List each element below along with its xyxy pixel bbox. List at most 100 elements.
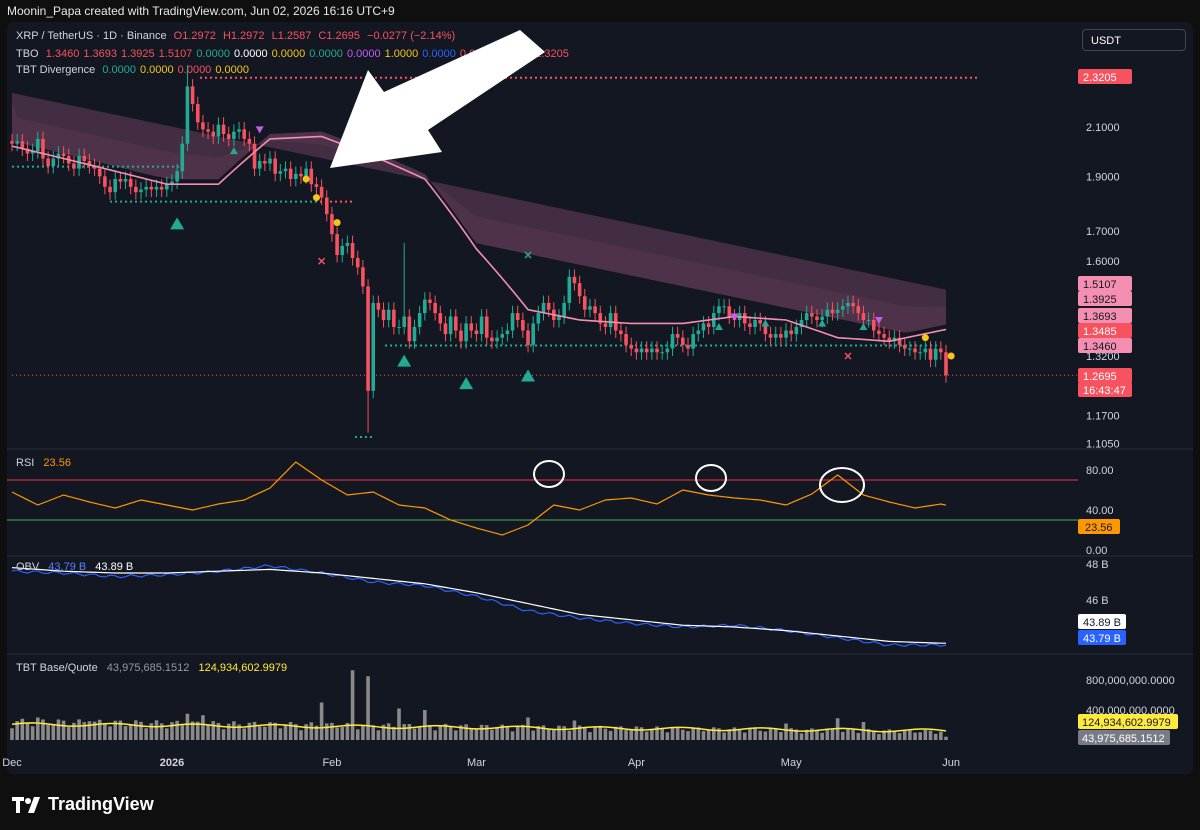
candle-body xyxy=(335,234,339,255)
candle-body xyxy=(355,258,360,268)
volume-value-1: 43,975,685.1512 xyxy=(106,662,190,674)
screenshot-frame: Moonin_Papa created with TradingView.com… xyxy=(0,0,1200,830)
volume-bar xyxy=(598,725,603,740)
obv-axis-tick-0: 48 B xyxy=(1086,559,1109,571)
price-label-text-7: 16:43:47 xyxy=(1083,385,1126,397)
volume-bar xyxy=(722,732,726,740)
volume-bar xyxy=(490,729,494,740)
volume-bar xyxy=(20,718,25,740)
candle-body xyxy=(371,302,376,391)
volume-bar xyxy=(128,724,133,740)
volume-bar xyxy=(247,722,252,740)
volume-bar xyxy=(629,729,634,740)
volume-bar xyxy=(588,732,592,740)
candle-body xyxy=(278,171,283,174)
volume-bar xyxy=(681,729,685,740)
volume-bar xyxy=(469,727,474,740)
price-label-text-3: 1.3693 xyxy=(1083,311,1117,323)
candle-body xyxy=(748,323,752,327)
divergence-dot-3 xyxy=(921,334,929,342)
volume-bar xyxy=(139,721,143,740)
volume-bar xyxy=(10,728,14,740)
candle-body xyxy=(742,313,747,324)
volume-ma-value-text: 124,934,602.9979 xyxy=(1082,717,1171,729)
candle-body xyxy=(232,131,236,139)
candle-body xyxy=(639,348,644,353)
candle-body xyxy=(603,323,608,327)
candle-body xyxy=(655,348,659,353)
volume-value-2: 124,934,602.9979 xyxy=(198,662,288,674)
candle-body xyxy=(134,186,138,193)
volume-bar xyxy=(340,727,345,740)
candle-body xyxy=(856,306,861,314)
candle-body xyxy=(490,337,494,342)
candle-body xyxy=(242,129,247,139)
candle-body xyxy=(582,296,587,310)
volume-bar xyxy=(701,731,706,740)
candle-body xyxy=(567,276,572,303)
rsi-title: RSI xyxy=(16,457,35,469)
candle-body xyxy=(650,348,654,353)
volume-bar xyxy=(87,721,92,740)
annotation-arrow xyxy=(330,30,545,168)
candle-body xyxy=(670,334,675,349)
x-axis-tick-1: 2026 xyxy=(160,757,184,769)
chart-svg[interactable]: 2.10001.90001.70001.60001.32001.17001.10… xyxy=(0,0,1200,830)
volume-bar xyxy=(206,724,210,740)
candle-body xyxy=(195,104,200,123)
volume-bar xyxy=(846,729,850,740)
divergence-dot-2 xyxy=(333,219,341,227)
volume-bar xyxy=(423,710,427,740)
price-axis-tick-5: 1.1700 xyxy=(1086,410,1120,422)
volume-bar xyxy=(825,729,830,740)
candle-body xyxy=(572,276,577,284)
candle-body xyxy=(149,186,154,190)
rsi-legend[interactable]: RSI 23.56 xyxy=(16,457,77,469)
volume-bar xyxy=(407,724,412,740)
volume-bar xyxy=(371,725,376,740)
volume-bar xyxy=(402,724,406,740)
obv-legend[interactable]: OBV 43.79 B 43.89 B xyxy=(16,561,139,573)
candle-body xyxy=(908,348,912,350)
candle-body xyxy=(402,316,406,327)
volume-bar xyxy=(123,726,128,740)
volume-bar xyxy=(608,730,613,740)
candle-body xyxy=(608,313,613,327)
volume-bar xyxy=(526,717,530,740)
candle-body xyxy=(495,337,499,342)
volume-bar xyxy=(753,727,757,740)
candle-body xyxy=(634,348,639,353)
candle-body xyxy=(324,197,329,215)
tradingview-logo: TradingView xyxy=(12,794,154,815)
obv-value-2: 43.89 B xyxy=(95,561,134,573)
buy-signal-triangle-0 xyxy=(170,217,185,230)
candle-body xyxy=(448,316,453,335)
divergence-dot-1 xyxy=(312,194,320,202)
candle-body xyxy=(216,124,221,137)
candle-body xyxy=(557,316,561,320)
volume-bar xyxy=(908,729,912,740)
volume-bar xyxy=(634,726,639,740)
candle-body xyxy=(366,286,370,391)
candle-body xyxy=(407,316,412,342)
rsi-axis-tick-2: 0.00 xyxy=(1086,545,1107,557)
volume-legend[interactable]: TBT Base/Quote 43,975,685.1512 124,934,6… xyxy=(16,662,293,674)
obv-value-text: 43.79 B xyxy=(1083,633,1121,645)
candle-body xyxy=(423,299,427,314)
volume-bar xyxy=(453,730,458,740)
candle-body xyxy=(283,168,288,172)
volume-bar xyxy=(350,670,355,740)
candle-body xyxy=(443,323,448,335)
candle-body xyxy=(825,309,830,317)
candle-body xyxy=(273,158,277,174)
obv-ma-value-text: 43.89 B xyxy=(1083,617,1121,629)
x-axis-tick-3: Mar xyxy=(467,757,486,769)
candle-body xyxy=(804,313,809,320)
candle-body xyxy=(97,168,102,177)
candle-body xyxy=(340,245,345,255)
volume-bar xyxy=(335,727,339,740)
candle-body xyxy=(851,302,855,307)
volume-bar xyxy=(185,713,190,740)
volume-bar xyxy=(201,715,205,740)
volume-bar xyxy=(180,725,185,740)
